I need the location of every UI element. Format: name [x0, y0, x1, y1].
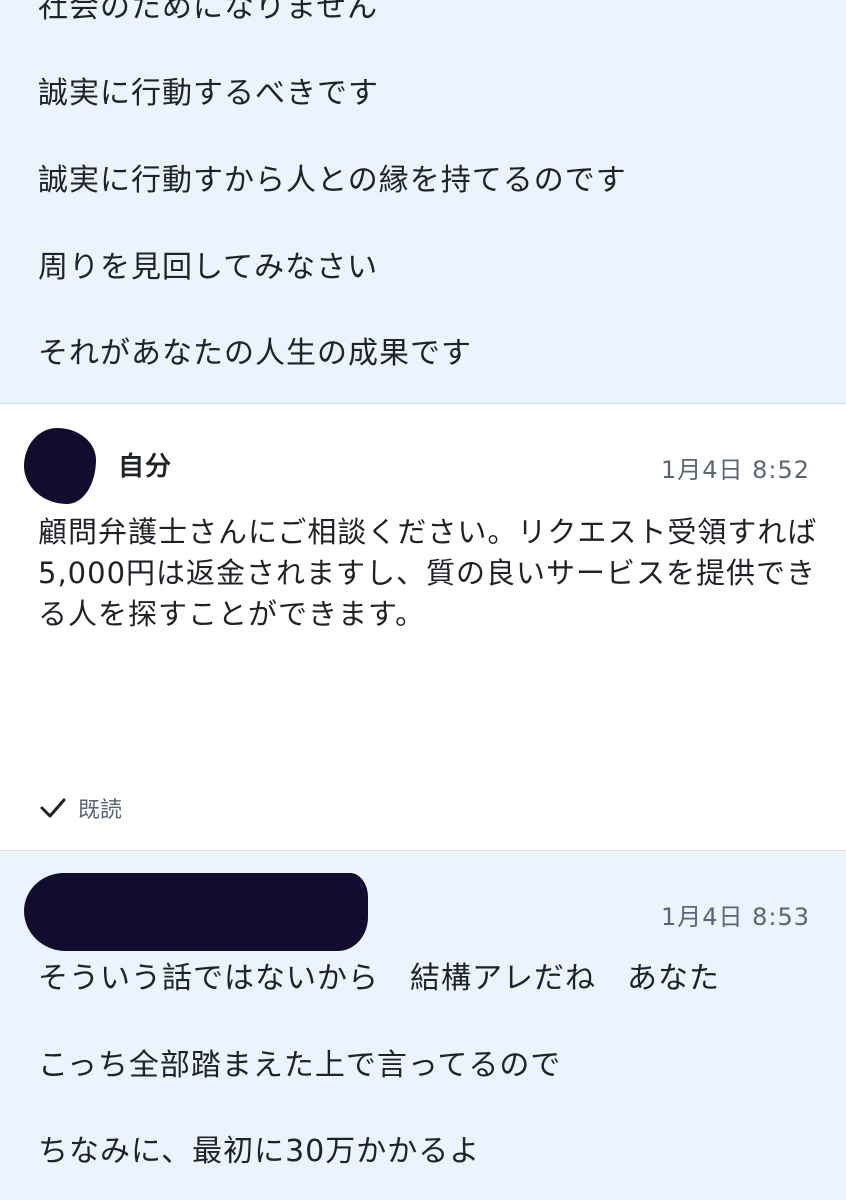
message-line: 周りを見回してみなさい — [38, 250, 379, 285]
sender-name: 自分 — [118, 452, 173, 482]
sender-redacted[interactable] — [24, 873, 368, 951]
message-line: 誠実に行動すから人との縁を持てるのです — [38, 163, 627, 198]
avatar-redacted[interactable] — [24, 428, 96, 504]
sent-message: 自分 1月4日 8:52 顧問弁護士さんにご相談ください。リクエスト受領すれば5… — [0, 404, 846, 851]
check-icon — [40, 798, 66, 818]
read-receipt: 既読 — [40, 792, 122, 824]
message-line: こっち全部踏まえた上で言ってるので — [38, 1048, 562, 1083]
read-label: 既読 — [78, 798, 123, 823]
received-message-top: 社会のためになりません 誠実に行動するべきです 誠実に行動すから人との縁を持てる… — [0, 0, 846, 404]
message-line: 誠実に行動するべきです — [38, 76, 379, 111]
message-line: それがあなたの人生の成果です — [38, 336, 472, 371]
message-timestamp: 1月4日 8:52 — [660, 456, 810, 484]
message-body: 顧問弁護士さんにご相談ください。リクエスト受領すれば5,000円は返金されますし… — [38, 515, 818, 631]
received-message: 1月4日 8:53 そういう話ではないから 結構アレだね あなた こっち全部踏ま… — [0, 851, 846, 1200]
message-line: ちなみに、最初に30万かかるよ — [38, 1134, 481, 1169]
message-line: 社会のためになりません — [38, 0, 379, 25]
message-timestamp: 1月4日 8:53 — [660, 903, 810, 931]
message-line: そういう話ではないから 結構アレだね あなた — [38, 961, 720, 996]
